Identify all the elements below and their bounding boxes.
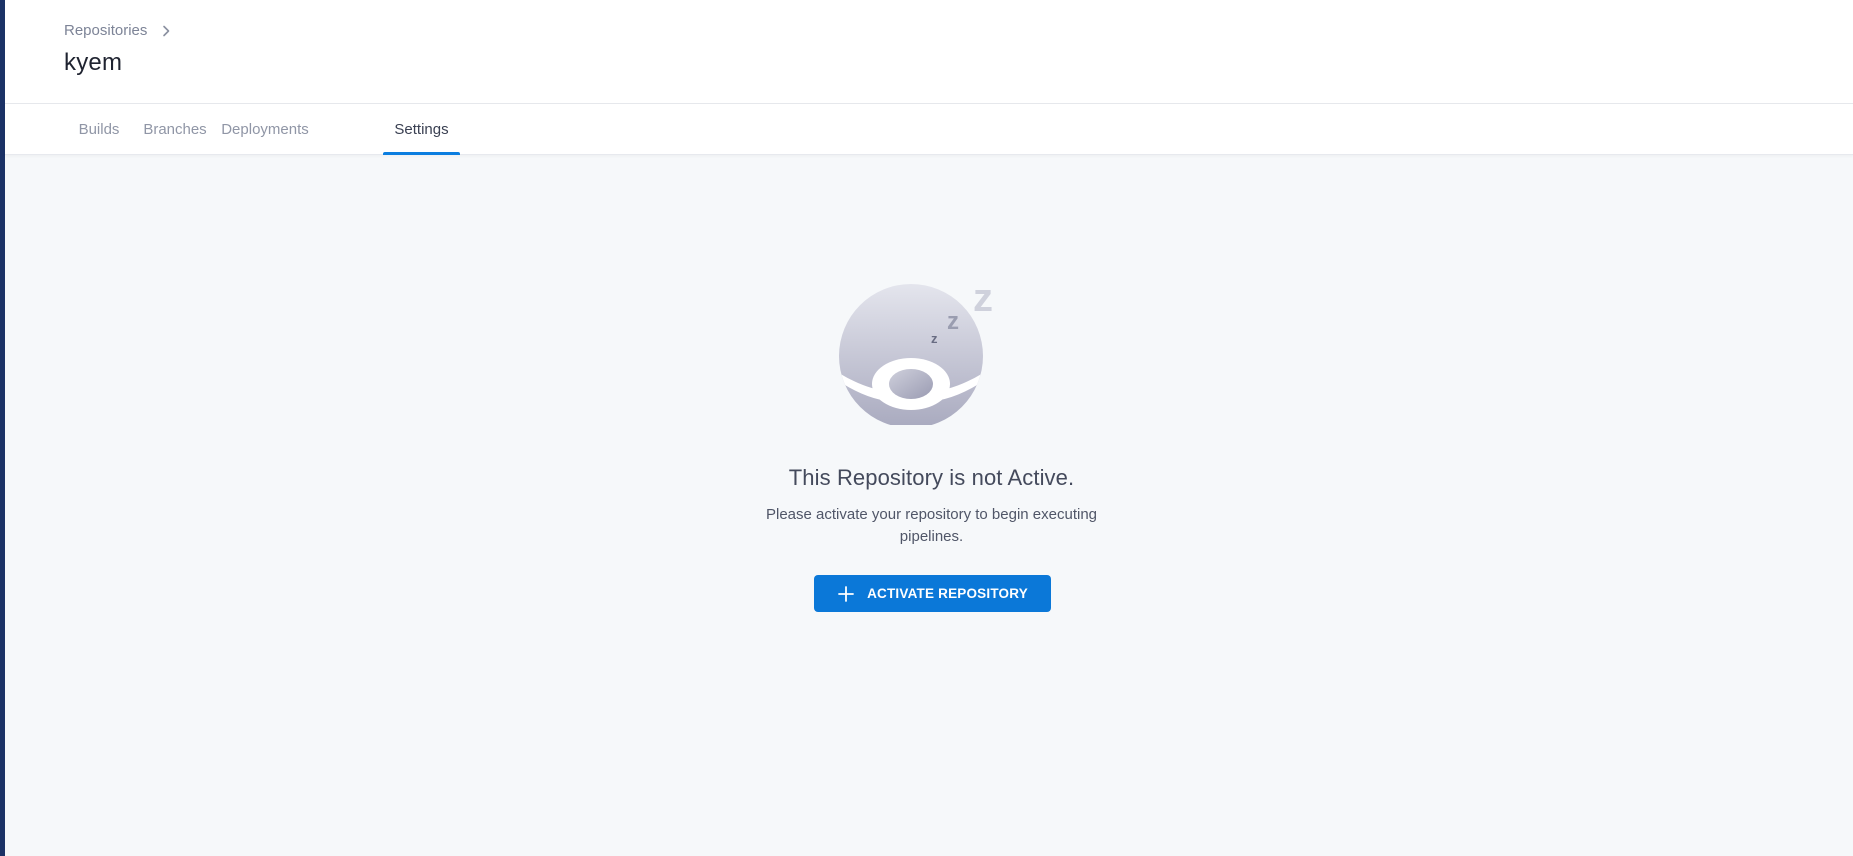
sleeping-ball-icon: z z z bbox=[839, 276, 993, 425]
svg-text:z: z bbox=[931, 331, 938, 346]
tab-bar: Builds Branches Deployments Settings bbox=[5, 104, 1853, 155]
chevron-right-icon bbox=[163, 25, 170, 36]
activate-repository-button[interactable]: ACTIVATE REPOSITORY bbox=[814, 575, 1051, 612]
tab-builds[interactable]: Builds bbox=[64, 104, 134, 155]
svg-text:z: z bbox=[947, 308, 959, 335]
empty-state-description: Please activate your repository to begin… bbox=[765, 506, 1098, 545]
tab-branches[interactable]: Branches bbox=[130, 104, 220, 155]
main-content: Repositories kyem Builds Branches Deploy… bbox=[5, 0, 1853, 856]
page-title: kyem bbox=[64, 49, 123, 76]
activate-repository-label: ACTIVATE REPOSITORY bbox=[867, 586, 1028, 601]
tab-deployments[interactable]: Deployments bbox=[215, 104, 315, 155]
breadcrumb-repositories-link[interactable]: Repositories bbox=[64, 22, 147, 39]
page-header: Repositories kyem bbox=[5, 0, 1853, 104]
plus-icon bbox=[838, 585, 854, 602]
tab-settings[interactable]: Settings bbox=[383, 104, 460, 155]
empty-state-title: This Repository is not Active. bbox=[788, 465, 1075, 490]
svg-text:z: z bbox=[973, 276, 993, 320]
breadcrumb: Repositories bbox=[64, 22, 173, 39]
empty-state: z z z This Repository is not Active. Ple… bbox=[5, 155, 1853, 856]
